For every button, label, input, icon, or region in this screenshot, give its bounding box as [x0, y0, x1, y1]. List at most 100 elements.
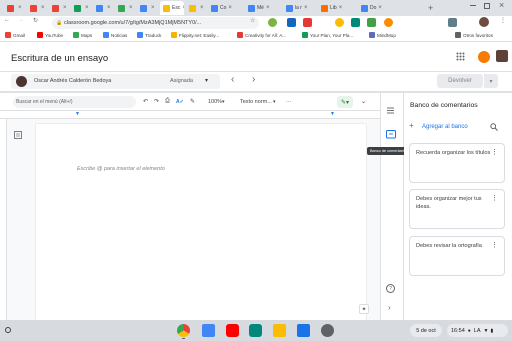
- settings-icon[interactable]: [321, 324, 334, 337]
- launcher-icon[interactable]: [5, 327, 11, 333]
- bookmark-item[interactable]: MindMup: [369, 32, 396, 38]
- bookmark-item[interactable]: Flippity.net: Easily...: [171, 32, 219, 38]
- close-tab-icon[interactable]: ×: [182, 5, 184, 11]
- browser-tab[interactable]: la r ×: [283, 1, 316, 15]
- extension-icon[interactable]: [384, 18, 393, 27]
- close-tab-icon[interactable]: ×: [41, 5, 45, 11]
- bookmark-item[interactable]: YouTube: [37, 32, 63, 38]
- explore-icon[interactable]: ✦: [359, 304, 369, 314]
- extensions-puzzle-icon[interactable]: [448, 18, 457, 27]
- account-avatar[interactable]: [478, 51, 490, 63]
- back-icon[interactable]: ←: [4, 17, 10, 23]
- add-to-bank-button[interactable]: Agregar al banco: [422, 124, 468, 130]
- editing-mode-button[interactable]: ✎▾: [337, 96, 353, 108]
- bookmark-item[interactable]: Traduck: [137, 32, 161, 38]
- more-tools-icon[interactable]: ···: [286, 99, 292, 105]
- classroom-icon[interactable]: [273, 324, 286, 337]
- chrome-menu-icon[interactable]: ⋮: [500, 17, 506, 24]
- extension-icon[interactable]: [268, 18, 277, 27]
- previous-student-icon[interactable]: ‹: [231, 74, 234, 85]
- print-icon[interactable]: ⎙: [165, 98, 170, 105]
- user-avatar[interactable]: [496, 50, 508, 62]
- other-bookmarks[interactable]: Otros favoritos: [455, 32, 493, 38]
- close-tab-icon[interactable]: ×: [151, 5, 155, 11]
- bookmark-item[interactable]: Noticias: [103, 32, 127, 38]
- comment-card[interactable]: Recuerda organizar los títulos ⋮: [409, 143, 505, 183]
- close-tab-icon[interactable]: ×: [85, 5, 89, 11]
- extension-icon[interactable]: [335, 18, 344, 27]
- close-tab-icon[interactable]: ×: [18, 5, 22, 11]
- collapse-panel-icon[interactable]: ›: [388, 303, 391, 312]
- browser-tab[interactable]: Lib ×: [318, 1, 356, 15]
- close-tab-icon[interactable]: ×: [63, 5, 67, 11]
- close-tab-icon[interactable]: ×: [378, 5, 382, 11]
- meet-icon[interactable]: [249, 324, 262, 337]
- document-page[interactable]: [36, 124, 366, 320]
- apps-grid-icon[interactable]: [456, 52, 465, 61]
- browser-tab[interactable]: ×: [186, 1, 206, 15]
- reload-icon[interactable]: ↻: [33, 17, 38, 24]
- bookmark-item[interactable]: Your Plan, Your Pla...: [302, 32, 353, 38]
- browser-tab[interactable]: Mé ×: [245, 1, 281, 15]
- paint-format-icon[interactable]: ✎: [190, 98, 195, 105]
- left-indent-marker[interactable]: ▼: [75, 111, 80, 117]
- browser-tab[interactable]: Esc×: [160, 1, 184, 15]
- bookmark-item[interactable]: Maps: [73, 32, 92, 38]
- bookmark-item[interactable]: Gmail: [5, 32, 25, 38]
- comment-bank-icon[interactable]: [386, 130, 396, 140]
- document-outline-icon[interactable]: [14, 131, 22, 139]
- close-tab-icon[interactable]: ×: [304, 5, 308, 11]
- close-tab-icon[interactable]: ×: [107, 5, 111, 11]
- browser-tab[interactable]: Co ×: [208, 1, 243, 15]
- status-tray[interactable]: 16:54 ● LA ▼ ▮: [447, 324, 508, 337]
- help-icon[interactable]: ?: [386, 284, 395, 293]
- right-indent-marker[interactable]: ▼: [330, 111, 335, 117]
- date-pill[interactable]: 5 de oct: [410, 324, 442, 337]
- rubric-icon[interactable]: [386, 106, 395, 115]
- more-options-icon[interactable]: ⋮: [491, 242, 498, 250]
- docs-icon[interactable]: [202, 324, 215, 337]
- close-tab-icon[interactable]: ×: [266, 5, 270, 11]
- profile-avatar[interactable]: [479, 17, 489, 27]
- close-tab-icon[interactable]: ×: [129, 5, 133, 11]
- return-dropdown-icon[interactable]: ▾: [484, 74, 498, 88]
- add-icon[interactable]: +: [409, 121, 414, 130]
- close-tab-icon[interactable]: ×: [339, 5, 343, 11]
- browser-tab[interactable]: ×: [137, 1, 158, 15]
- close-window-icon[interactable]: ×: [499, 0, 504, 10]
- zoom-select[interactable]: 100%: [208, 99, 222, 105]
- search-icon[interactable]: [490, 123, 498, 131]
- maximize-icon[interactable]: [484, 3, 490, 9]
- extension-icon[interactable]: [303, 18, 312, 27]
- return-button[interactable]: Devolver: [437, 74, 483, 88]
- browser-tab[interactable]: ×: [27, 1, 47, 15]
- chrome-icon[interactable]: [177, 324, 190, 337]
- spellcheck-icon[interactable]: A✓: [176, 99, 184, 105]
- collapse-menus-icon[interactable]: ⌄: [361, 98, 366, 105]
- comment-card[interactable]: Debes organizar mejor tus ideas. ⋮: [409, 189, 505, 229]
- close-tab-icon[interactable]: ×: [228, 5, 232, 11]
- browser-tab[interactable]: ×: [49, 1, 69, 15]
- forward-icon[interactable]: →: [18, 17, 24, 23]
- browser-tab[interactable]: ×: [4, 1, 25, 15]
- youtube-icon[interactable]: [226, 324, 239, 337]
- browser-tab[interactable]: ×: [93, 1, 113, 15]
- extension-icon[interactable]: [287, 18, 296, 27]
- more-options-icon[interactable]: ⋮: [491, 195, 498, 203]
- files-icon[interactable]: [297, 324, 310, 337]
- browser-tab[interactable]: ×: [71, 1, 91, 15]
- comment-card[interactable]: Debes revisar la ortografía ⋮: [409, 236, 505, 276]
- browser-tab[interactable]: ×: [115, 1, 135, 15]
- undo-icon[interactable]: ↶: [143, 98, 148, 105]
- extension-icon[interactable]: [367, 18, 376, 27]
- bookmark-item[interactable]: Creativity for All: A...: [237, 32, 286, 38]
- next-student-icon[interactable]: ›: [252, 74, 255, 85]
- new-tab-button[interactable]: +: [428, 3, 433, 13]
- close-tab-icon[interactable]: ×: [200, 5, 204, 11]
- redo-icon[interactable]: ↷: [154, 98, 159, 105]
- bookmark-star-icon[interactable]: ☆: [250, 17, 255, 24]
- browser-tab[interactable]: Do ×: [358, 1, 393, 15]
- omnibox[interactable]: 🔒 classroom.google.com/u/7/g/tg/MzA3MjQ1…: [52, 17, 259, 29]
- menu-search-input[interactable]: Buscar en el menú (Alt+/): [13, 96, 136, 108]
- extension-icon[interactable]: [351, 18, 360, 27]
